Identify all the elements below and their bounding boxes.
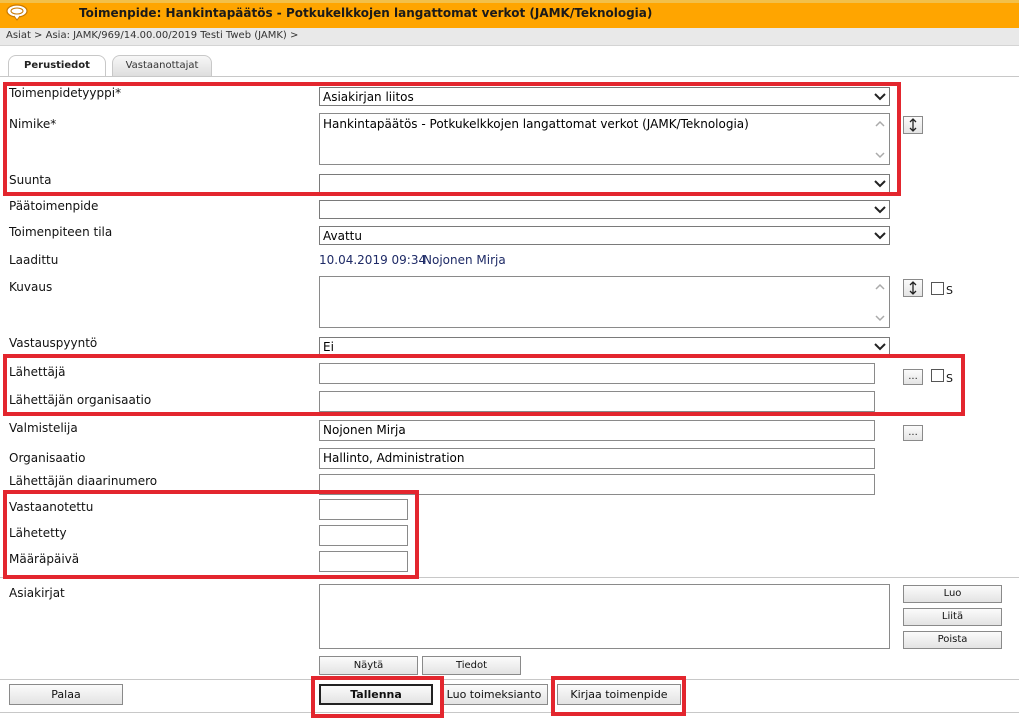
tab-divider bbox=[0, 76, 1019, 77]
highlight-box-sender-fields bbox=[3, 354, 965, 416]
tila-select[interactable]: Avattu bbox=[319, 226, 890, 245]
label-asiakirjat: Asiakirjat bbox=[9, 586, 65, 600]
kuvaus-s-label: S bbox=[946, 284, 953, 297]
expand-nimike-button[interactable] bbox=[903, 116, 923, 134]
label-vastauspyynto: Vastauspyyntö bbox=[9, 336, 98, 350]
valmistelija-input[interactable]: Nojonen Mirja bbox=[319, 420, 875, 441]
window-title: Toimenpide: Hankintapäätös - Potkukelkko… bbox=[79, 6, 653, 20]
label-laadittu: Laadittu bbox=[9, 253, 59, 267]
label-toimenpiteen-tila: Toimenpiteen tila bbox=[9, 225, 113, 239]
footer-divider bbox=[0, 679, 1019, 680]
laadittu-date: 10.04.2019 09:34 bbox=[319, 253, 427, 267]
highlight-box-date-fields bbox=[3, 490, 419, 579]
label-paatoimenpide: Päätoimenpide bbox=[9, 199, 99, 213]
tab-vastaanottajat[interactable]: Vastaanottajat bbox=[112, 55, 212, 76]
app-logo-icon bbox=[5, 4, 29, 21]
kuvaus-textarea[interactable] bbox=[319, 276, 890, 328]
tiedot-button[interactable]: Tiedot bbox=[422, 656, 521, 675]
palaa-button[interactable]: Palaa bbox=[9, 684, 123, 705]
bottom-divider bbox=[0, 712, 1019, 713]
valmistelija-browse-button[interactable]: ... bbox=[903, 425, 923, 441]
expand-kuvaus-button[interactable] bbox=[903, 279, 923, 297]
luo-button[interactable]: Luo bbox=[903, 585, 1002, 603]
highlight-box-save-button bbox=[311, 676, 444, 718]
chevron-down-icon bbox=[873, 202, 887, 217]
label-kuvaus: Kuvaus bbox=[9, 280, 53, 294]
kuvaus-s-checkbox[interactable] bbox=[931, 282, 944, 295]
luo-toimeksianto-button[interactable]: Luo toimeksianto bbox=[440, 684, 548, 705]
organisaatio-input[interactable]: Hallinto, Administration bbox=[319, 448, 875, 469]
paatoimenpide-select[interactable] bbox=[319, 200, 890, 219]
highlight-box-record-button bbox=[551, 676, 686, 716]
tab-perustiedot[interactable]: Perustiedot bbox=[8, 55, 106, 77]
highlight-box-header-fields bbox=[3, 82, 901, 196]
liita-button[interactable]: Liitä bbox=[903, 608, 1002, 626]
tila-value: Avattu bbox=[323, 229, 362, 243]
label-valmistelija: Valmistelija bbox=[9, 421, 78, 435]
breadcrumb[interactable]: Asiat > Asia: JAMK/969/14.00.00/2019 Tes… bbox=[0, 28, 1019, 46]
resize-vertical-icon bbox=[909, 118, 917, 132]
label-organisaatio: Organisaatio bbox=[9, 451, 86, 465]
poista-button[interactable]: Poista bbox=[903, 631, 1002, 649]
resize-vertical-icon bbox=[909, 281, 917, 295]
nayta-button[interactable]: Näytä bbox=[319, 656, 418, 675]
label-diaarinumero: Lähettäjän diaarinumero bbox=[9, 474, 158, 488]
asiakirjat-list[interactable] bbox=[319, 584, 890, 649]
laadittu-author: Nojonen Mirja bbox=[423, 253, 506, 267]
chevron-down-icon bbox=[873, 228, 887, 243]
vastauspyynto-value: Ei bbox=[323, 340, 334, 354]
chevron-down-icon bbox=[873, 339, 887, 354]
scrollbar[interactable] bbox=[872, 278, 888, 326]
